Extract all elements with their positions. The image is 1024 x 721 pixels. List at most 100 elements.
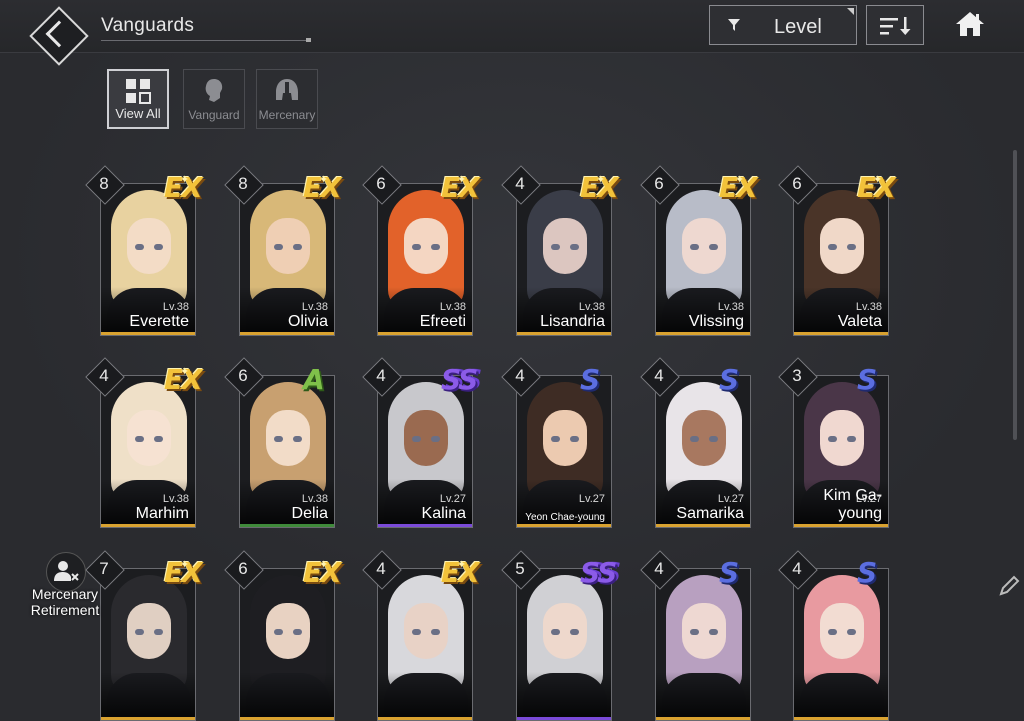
- count-badge-number: 8: [99, 174, 109, 193]
- character-name: Lisandria: [540, 313, 605, 330]
- character-card[interactable]: Lv.38 Vlissing: [655, 183, 751, 336]
- edit-button[interactable]: [996, 573, 1022, 599]
- rarity-bar: [101, 524, 195, 527]
- filter-corner-marker: [847, 8, 854, 15]
- character-card[interactable]: [377, 568, 473, 721]
- rarity-bar: [101, 332, 195, 335]
- character-card[interactable]: Lv.38 Lisandria: [516, 183, 612, 336]
- tab-mercenary[interactable]: Mercenary: [256, 69, 318, 129]
- rarity-bar: [656, 717, 750, 720]
- character-name: Marhim: [135, 505, 189, 522]
- character-card[interactable]: [100, 568, 196, 721]
- rank-badge: S: [580, 363, 600, 396]
- character-name: Samarika: [676, 505, 744, 522]
- character-card[interactable]: Lv.27 Kalina: [377, 375, 473, 528]
- rarity-bar: [794, 332, 888, 335]
- sparkle-icon: ✦: [596, 174, 606, 186]
- character-name: Delia: [291, 505, 328, 522]
- character-card[interactable]: Lv.38 Olivia: [239, 183, 335, 336]
- top-bar: Vanguards Level: [0, 0, 1024, 66]
- character-name: Vlissing: [688, 313, 744, 330]
- character-card[interactable]: [239, 568, 335, 721]
- rarity-bar: [240, 332, 334, 335]
- character-name: Everette: [129, 313, 189, 330]
- character-level: Lv.38: [578, 301, 605, 313]
- card-shade: [101, 672, 195, 720]
- sort-button[interactable]: [866, 5, 924, 45]
- character-card[interactable]: Lv.38 Marhim: [100, 375, 196, 528]
- level-filter-button[interactable]: Level: [709, 5, 857, 45]
- tab-label: View All: [115, 106, 161, 121]
- count-badge-number: 6: [376, 174, 386, 193]
- tab-vanguard[interactable]: Vanguard: [183, 69, 245, 129]
- character-card[interactable]: [793, 568, 889, 721]
- count-badge-number: 4: [515, 174, 525, 193]
- character-name: Efreeti: [419, 313, 466, 330]
- rarity-bar: [240, 524, 334, 527]
- rarity-bar: [240, 717, 334, 720]
- character-card[interactable]: Lv.38 Efreeti: [377, 183, 473, 336]
- sparkle-icon: ✦: [457, 174, 467, 186]
- character-level: Lv.38: [162, 493, 189, 505]
- pencil-icon: [999, 575, 1020, 596]
- character-level: Lv.38: [301, 301, 328, 313]
- character-name: Olivia: [287, 313, 328, 330]
- back-arrow-icon: [45, 20, 73, 48]
- character-card[interactable]: Lv.27 Yeon Chae-young: [516, 375, 612, 528]
- rarity-bar: [794, 524, 888, 527]
- character-name: Kim Ga-young: [823, 487, 882, 522]
- home-button[interactable]: [954, 10, 986, 40]
- count-badge-number: 6: [238, 559, 248, 578]
- character-name: Valeta: [837, 313, 882, 330]
- rarity-bar: [101, 717, 195, 720]
- count-badge-number: 4: [654, 366, 664, 385]
- helmet-icon: [257, 76, 317, 104]
- rank-badge: S: [857, 363, 877, 396]
- sparkle-icon: ✦: [735, 174, 745, 186]
- character-level: Lv.38: [439, 301, 466, 313]
- count-badge-number: 5: [515, 559, 525, 578]
- sort-icon: [880, 17, 911, 35]
- character-card[interactable]: Lv.27 Kim Ga-young: [793, 375, 889, 528]
- character-card[interactable]: Lv.27 Samarika: [655, 375, 751, 528]
- rank-badge: S: [719, 556, 739, 589]
- character-level: Lv.27: [717, 493, 744, 505]
- tab-view-all[interactable]: View All: [107, 69, 169, 129]
- character-card[interactable]: [516, 568, 612, 721]
- tab-label: Vanguard: [188, 108, 240, 122]
- count-badge-number: 6: [654, 174, 664, 193]
- scrollbar[interactable]: [1013, 150, 1017, 440]
- title-underline: [101, 40, 311, 41]
- sparkle-icon: ✦: [457, 559, 467, 571]
- character-card[interactable]: Lv.38 Valeta: [793, 183, 889, 336]
- character-level: Lv.38: [717, 301, 744, 313]
- character-card[interactable]: Lv.38 Everette: [100, 183, 196, 336]
- rarity-bar: [378, 717, 472, 720]
- sparkle-icon: ✦: [319, 174, 329, 186]
- rarity-bar: [794, 717, 888, 720]
- head-icon: [184, 76, 244, 104]
- sparkle-icon: ✦: [873, 174, 883, 186]
- sparkle-icon: ✦: [180, 174, 190, 186]
- filter-label: Level: [774, 16, 822, 38]
- card-shade: [378, 672, 472, 720]
- title-underline-dot: [306, 38, 311, 42]
- rarity-bar: [378, 332, 472, 335]
- count-badge-number: 4: [376, 366, 386, 385]
- character-level: Lv.27: [439, 493, 466, 505]
- count-badge-number: 4: [654, 559, 664, 578]
- character-level: Lv.38: [301, 493, 328, 505]
- count-badge-number: 6: [792, 174, 802, 193]
- character-card[interactable]: [655, 568, 751, 721]
- count-badge-number: 4: [515, 366, 525, 385]
- character-card[interactable]: Lv.38 Delia: [239, 375, 335, 528]
- count-badge-number: 7: [99, 559, 109, 578]
- rarity-bar: [656, 524, 750, 527]
- rarity-bar: [517, 332, 611, 335]
- rank-badge: S: [719, 363, 739, 396]
- character-name: Kalina: [421, 505, 466, 522]
- rank-badge: S: [857, 556, 877, 589]
- sparkle-icon: ✦: [180, 559, 190, 571]
- rank-badge: SS: [441, 363, 478, 396]
- count-badge-number: 6: [238, 366, 248, 385]
